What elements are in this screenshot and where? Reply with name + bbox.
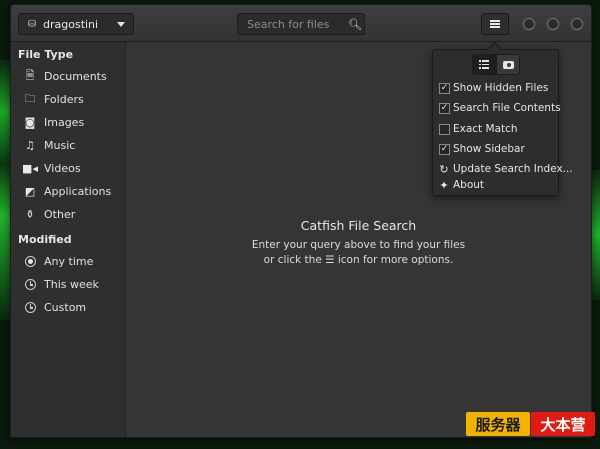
maximize-button[interactable] — [547, 18, 559, 30]
option-label: Search File Contents — [453, 102, 561, 114]
option-label: Show Sidebar — [453, 143, 525, 155]
sidebar-item-label: Images — [44, 116, 85, 129]
list-view-button[interactable] — [472, 54, 496, 75]
sidebar-item-label: Videos — [44, 162, 81, 175]
document-icon: 🗎︎ — [25, 69, 35, 82]
sidebar-item-label: Other — [44, 208, 76, 221]
drive-icon: ⛁ — [27, 18, 37, 30]
search-icon: 🔍︎ — [348, 17, 362, 31]
headerbar: ⛁ dragostini 🔍︎ — [11, 5, 591, 42]
search-input[interactable] — [238, 17, 346, 31]
close-button[interactable] — [571, 18, 583, 30]
checkbox-checked-icon[interactable]: ✓ — [439, 102, 450, 114]
image-icon: ◙ — [24, 116, 36, 129]
sidebar: File Type 🗎︎ Documents 🗀︎ Folders ◙ Imag… — [11, 42, 126, 437]
sidebar-item-other[interactable]: ⚱ Other — [11, 203, 125, 226]
list-view-icon — [479, 60, 489, 69]
option-label: About — [453, 179, 485, 191]
modified-header: Modified — [18, 233, 72, 246]
watermark-part2: 大本营 — [531, 412, 595, 436]
options-popover: ✓ Show Hidden Files ✓ Search File Conten… — [432, 49, 573, 196]
clock-icon — [24, 302, 36, 313]
sidebar-item-label: Any time — [44, 255, 94, 268]
checkbox-checked-icon[interactable]: ✓ — [439, 82, 450, 94]
sidebar-item-videos[interactable]: ■◂ Videos — [11, 157, 125, 180]
menu-icon — [490, 20, 500, 28]
sidebar-item-folders[interactable]: 🗀︎ Folders — [11, 88, 125, 111]
show-sidebar-option[interactable]: ✓ Show Sidebar — [439, 140, 525, 158]
about-item[interactable]: ✦ About — [439, 176, 484, 194]
about-icon: ✦ — [439, 178, 449, 192]
view-mode-toggle — [472, 54, 520, 75]
music-icon: ♫ — [25, 139, 35, 152]
sidebar-item-label: Custom — [44, 301, 87, 314]
sidebar-item-applications[interactable]: ◩ Applications — [11, 180, 125, 203]
search-file-contents-option[interactable]: ✓ Search File Contents — [439, 99, 561, 117]
other-icon: ⚱ — [25, 208, 35, 221]
sidebar-item-custom[interactable]: Custom — [11, 296, 125, 319]
sidebar-item-label: Music — [44, 139, 76, 152]
option-label: Update Search Index... — [453, 163, 573, 175]
chevron-down-icon — [117, 21, 125, 27]
folder-icon: 🗀︎ — [24, 92, 36, 105]
sidebar-item-label: Applications — [44, 185, 112, 198]
sidebar-item-images[interactable]: ◙ Images — [11, 111, 125, 134]
radio-icon — [24, 256, 36, 267]
menu-button[interactable] — [481, 13, 509, 35]
sidebar-item-label: Folders — [44, 93, 84, 106]
location-dropdown[interactable]: ⛁ dragostini — [18, 13, 134, 35]
sidebar-item-music[interactable]: ♫ Music — [11, 134, 125, 157]
show-hidden-files-option[interactable]: ✓ Show Hidden Files — [439, 79, 548, 97]
empty-state-title: Catfish File Search — [300, 218, 417, 233]
search-box[interactable]: 🔍︎ — [237, 13, 365, 35]
option-label: Show Hidden Files — [453, 82, 549, 94]
thumbnail-view-button[interactable] — [496, 54, 520, 75]
sidebar-item-this-week[interactable]: This week — [11, 273, 125, 296]
refresh-icon: ↻ — [439, 162, 449, 176]
checkbox-unchecked-icon[interactable] — [439, 123, 450, 135]
applications-icon: ◩ — [24, 185, 36, 198]
watermark-part1: 服务器 — [466, 412, 530, 436]
sidebar-item-any-time[interactable]: Any time — [11, 250, 125, 273]
sidebar-item-label: Documents — [44, 70, 107, 83]
option-label: Exact Match — [453, 123, 518, 135]
thumbnail-view-icon — [502, 60, 514, 69]
video-icon: ■◂ — [22, 162, 38, 175]
minimize-button[interactable] — [523, 18, 535, 30]
checkbox-checked-icon[interactable]: ✓ — [439, 143, 450, 155]
location-label: dragostini — [43, 17, 99, 31]
empty-state-line2: or click the ☰ icon for more options. — [263, 254, 454, 266]
file-type-header: File Type — [18, 48, 74, 61]
clock-icon — [24, 279, 36, 290]
exact-match-option[interactable]: Exact Match — [439, 120, 518, 138]
empty-state-line1: Enter your query above to find your file… — [251, 239, 466, 251]
sidebar-item-documents[interactable]: 🗎︎ Documents — [11, 65, 125, 88]
sidebar-item-label: This week — [44, 278, 99, 291]
